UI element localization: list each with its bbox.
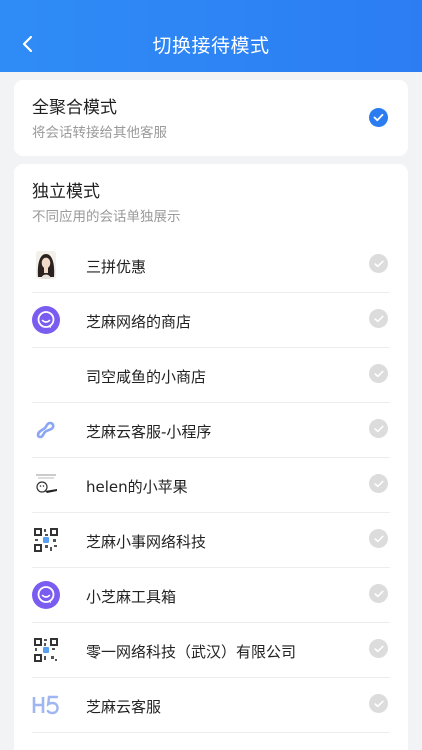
app-name: 三拼优惠	[86, 258, 147, 276]
h5-icon	[32, 691, 60, 719]
app-name: 芝麻网络的商店	[86, 313, 192, 331]
app-list: 三拼优惠 芝麻网络的商店 司空咸鱼的小商店 芝麻云客服-小程序 helen的小苹…	[14, 238, 408, 733]
aggregate-mode-title: 全聚合模式	[32, 98, 117, 118]
mini-program-icon	[32, 416, 60, 444]
app-item-zhima-shop[interactable]: 芝麻网络的商店	[32, 293, 390, 348]
unchecked-check-icon[interactable]	[369, 584, 388, 603]
app-name: 芝麻小事网络科技	[86, 533, 207, 551]
app-item-zhima-cloud-service[interactable]: 芝麻云客服	[32, 678, 390, 733]
blank-avatar	[32, 361, 60, 389]
chat-logo-avatar	[32, 306, 60, 334]
sticker-avatar	[32, 471, 60, 499]
unchecked-check-icon[interactable]	[369, 364, 388, 383]
app-name: 零一网络科技（武汉）有限公司	[86, 643, 297, 661]
qr-code-avatar	[32, 526, 60, 554]
app-item-xiao-zhima-toolbox[interactable]: 小芝麻工具箱	[32, 568, 390, 623]
app-item-helen[interactable]: helen的小苹果	[32, 458, 390, 513]
unchecked-check-icon[interactable]	[369, 529, 388, 548]
independent-mode-title: 独立模式	[32, 182, 100, 202]
nav-bar: 切换接待模式	[0, 0, 422, 72]
app-item-zhima-miniprogram[interactable]: 芝麻云客服-小程序	[32, 403, 390, 458]
page-title: 切换接待模式	[152, 35, 270, 57]
aggregate-mode-subtitle: 将会话转接给其他客服	[32, 125, 167, 141]
portrait-avatar	[32, 251, 60, 279]
app-name: helen的小苹果	[86, 478, 188, 496]
chat-logo-avatar	[32, 581, 60, 609]
unchecked-check-icon[interactable]	[369, 694, 388, 713]
app-item-sikong-shop[interactable]: 司空咸鱼的小商店	[32, 348, 390, 403]
aggregate-mode-option[interactable]: 全聚合模式 将会话转接给其他客服	[14, 80, 408, 156]
selected-check-icon[interactable]	[369, 108, 388, 127]
unchecked-check-icon[interactable]	[369, 254, 388, 273]
app-name: 小芝麻工具箱	[86, 588, 177, 606]
independent-mode-subtitle: 不同应用的会话单独展示	[32, 209, 181, 225]
app-item-lingyi-tech[interactable]: 零一网络科技（武汉）有限公司	[32, 623, 390, 678]
unchecked-check-icon[interactable]	[369, 639, 388, 658]
app-item-sanpin[interactable]: 三拼优惠	[32, 238, 390, 293]
independent-mode-card: 独立模式 不同应用的会话单独展示 三拼优惠 芝麻网络的商店 司空咸鱼的小商店 芝…	[14, 164, 408, 750]
qr-code-avatar	[32, 636, 60, 664]
app-name: 芝麻云客服-小程序	[86, 423, 212, 441]
app-name: 芝麻云客服	[86, 698, 162, 716]
app-name: 司空咸鱼的小商店	[86, 368, 207, 386]
app-item-zhima-xiaoshi[interactable]: 芝麻小事网络科技	[32, 513, 390, 568]
unchecked-check-icon[interactable]	[369, 474, 388, 493]
unchecked-check-icon[interactable]	[369, 309, 388, 328]
unchecked-check-icon[interactable]	[369, 419, 388, 438]
